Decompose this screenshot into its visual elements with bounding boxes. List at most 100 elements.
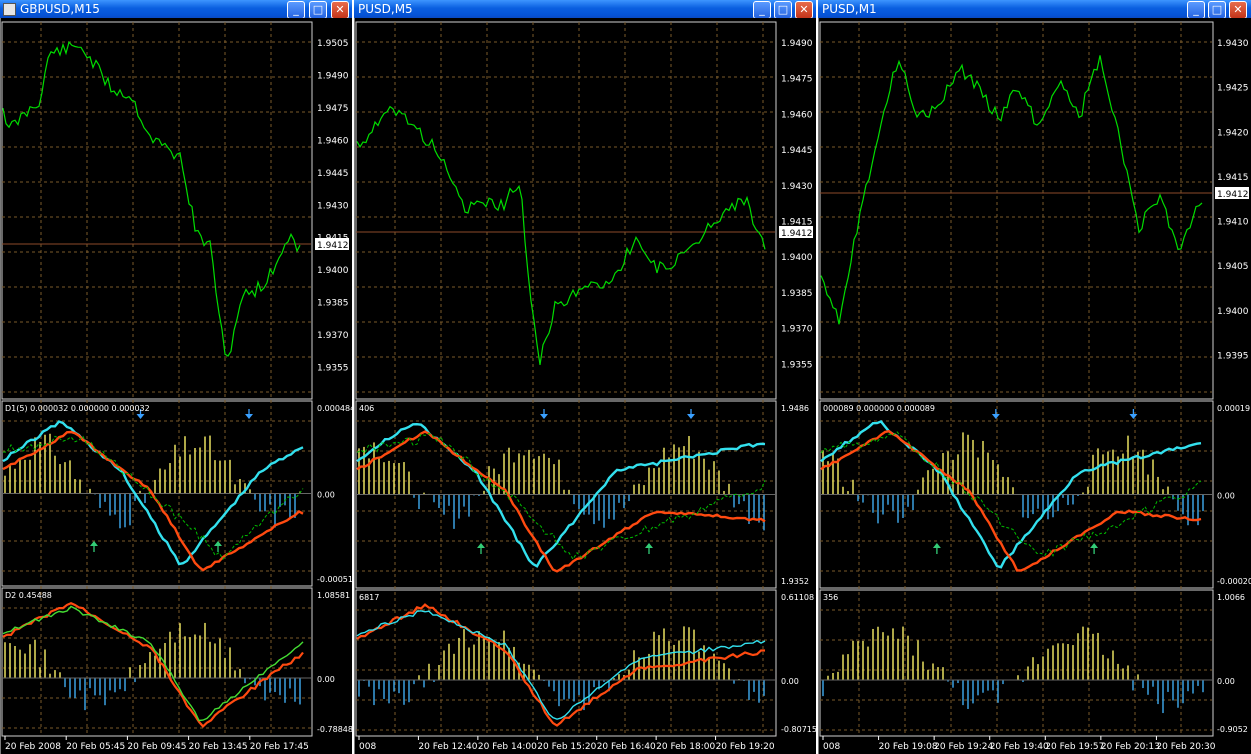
indicator2-pane [1, 587, 313, 737]
chart-area[interactable]: 1.9430 1.9425 1.9420 1.9415 1.9410 1.9405 1.94… [818, 18, 1251, 754]
indicator1-max-label: 1.9486 [781, 404, 809, 413]
time-tick-label: 008 [823, 742, 840, 752]
indicator2-max-label: 0.61108 [781, 593, 814, 602]
price-pane [1, 21, 313, 400]
time-tick-label: 20 Feb 19:40 [990, 742, 1049, 752]
price-tick-label: 1.9410 [1217, 218, 1249, 228]
indicator2-label: D2 0.45488 [5, 591, 52, 600]
price-tick-label: 1.9400 [317, 266, 349, 276]
indicator2-min-label: -0.78848 [317, 725, 352, 734]
price-tick-label: 1.9475 [317, 104, 349, 114]
price-tick-label: 1.9395 [1217, 351, 1249, 361]
price-pane [355, 21, 777, 400]
price-tick-label: 1.9385 [317, 299, 349, 309]
time-tick-label: 20 Feb 13:45 [189, 742, 248, 752]
price-tick-label: 1.9400 [781, 253, 813, 263]
indicator1-min-label: 1.9352 [781, 577, 809, 586]
price-tick-label: 1.9430 [317, 201, 349, 211]
chart-canvas[interactable]: 1.9430 1.9425 1.9420 1.9415 1.9410 1.9405 1.94… [819, 18, 1251, 754]
time-tick-label: 20 Feb 12:40 [418, 742, 477, 752]
minimize-icon[interactable]: _ [1187, 1, 1205, 18]
price-tick-label: 1.9415 [1217, 173, 1249, 183]
indicator2-zero-label: 0.00 [781, 677, 799, 686]
price-tick-label: 1.9355 [317, 364, 349, 374]
minimize-icon[interactable]: _ [287, 1, 305, 18]
time-tick-label: 20 Feb 09:45 [127, 742, 186, 752]
time-tick-label: 20 Feb 15:20 [537, 742, 596, 752]
price-tick-label: 1.9355 [781, 360, 813, 370]
time-tick-label: 20 Feb 17:45 [250, 742, 309, 752]
time-tick-label: 20 Feb 20:13 [1101, 742, 1160, 752]
price-tick-label: 1.9445 [781, 146, 813, 156]
indicator2-zero-label: 0.00 [317, 675, 335, 684]
close-icon[interactable]: ✕ [331, 1, 349, 18]
price-pane [819, 21, 1214, 400]
window-title: PUSD,M5 [358, 2, 413, 16]
price-tick-label: 1.9460 [781, 110, 813, 120]
price-tick-label: 1.9370 [781, 325, 813, 335]
indicator2-max-label: 1.08581 [317, 591, 350, 600]
indicator1-label: 406 [359, 404, 374, 413]
indicator1-min-label: -0.00020 [1217, 577, 1251, 586]
chart-area[interactable]: 1.9505 1.9490 1.9475 1.9460 1.9445 1.9430 1.94… [0, 18, 352, 754]
indicator2-min-label: -0.80715 [781, 725, 816, 734]
price-tick-label: 1.9430 [1217, 39, 1249, 49]
chart-window-pusd-m5[interactable]: PUSD,M5 _ □ ✕ 1.9490 1.9475 1.9460 1.9445 1.… [354, 0, 816, 754]
time-tick-label: 008 [359, 742, 376, 752]
indicator1-label: D1(5) 0.000032 0.000000 0.000032 [5, 404, 150, 413]
price-tick-label: 1.9460 [317, 136, 349, 146]
time-tick-label: 20 Feb 2008 [5, 742, 61, 752]
indicator1-min-label: -0.00051 [317, 575, 352, 584]
maximize-icon[interactable]: □ [309, 1, 327, 18]
indicator2-label: 6817 [359, 593, 379, 602]
time-tick-label: 20 Feb 19:24 [934, 742, 993, 752]
title-bar[interactable]: PUSD,M5 _ □ ✕ [354, 0, 816, 18]
price-tick-label: 1.9505 [317, 39, 349, 49]
time-tick-label: 20 Feb 19:20 [716, 742, 775, 752]
minimize-icon[interactable]: _ [753, 1, 771, 18]
current-price-label: 1.9412 [781, 229, 813, 239]
indicator2-label: 356 [823, 593, 838, 602]
indicator2-pane [819, 589, 1214, 737]
price-tick-label: 1.9490 [781, 39, 813, 49]
time-tick-label: 20 Feb 20:30 [1156, 742, 1215, 752]
indicator1-label: 000089 0.000000 0.000089 [823, 404, 935, 413]
indicator1-max-label: 0.000484 [317, 404, 352, 413]
price-tick-label: 1.9420 [1217, 128, 1249, 138]
current-price-label: 1.9412 [1217, 190, 1249, 200]
price-tick-label: 1.9405 [1217, 262, 1249, 272]
price-tick-label: 1.9445 [317, 169, 349, 179]
chart-window-pusd-m1[interactable]: PUSD,M1 _ □ ✕ 1.9430 1.9425 1.9420 1.9415 1.… [818, 0, 1251, 754]
time-tick-label: 20 Feb 18:00 [656, 742, 715, 752]
chart-window-gbpusd-m15[interactable]: GBPUSD,M15 _ □ ✕ 1.9505 1.9490 1.9475 1.946… [0, 0, 352, 754]
price-tick-label: 1.9430 [781, 182, 813, 192]
close-icon[interactable]: ✕ [795, 1, 813, 18]
maximize-icon[interactable]: □ [774, 1, 792, 18]
time-tick-label: 20 Feb 14:00 [478, 742, 537, 752]
maximize-icon[interactable]: □ [1208, 1, 1226, 18]
time-tick-label: 20 Feb 19:57 [1045, 742, 1104, 752]
chart-canvas[interactable]: 1.94901.94751.94601.94451.94301.94151.94… [355, 18, 816, 754]
time-tick-label: 20 Feb 05:45 [66, 742, 125, 752]
chart-area[interactable]: 1.9490 1.9475 1.9460 1.9445 1.9430 1.9415 1.94… [354, 18, 816, 754]
time-tick-label: 20 Feb 16:40 [597, 742, 656, 752]
price-tick-label: 1.9400 [1217, 307, 1249, 317]
close-icon[interactable]: ✕ [1229, 1, 1247, 18]
title-bar[interactable]: GBPUSD,M15 _ □ ✕ [0, 0, 352, 18]
indicator2-zero-label: 0.00 [1217, 677, 1235, 686]
indicator1-zero-label: 0.00 [317, 491, 335, 500]
chart-icon [3, 3, 16, 16]
title-bar[interactable]: PUSD,M1 _ □ ✕ [818, 0, 1251, 18]
price-tick-label: 1.9475 [781, 75, 813, 85]
price-tick-label: 1.9425 [1217, 84, 1249, 94]
window-title: GBPUSD,M15 [20, 2, 100, 16]
price-tick-label: 1.9370 [317, 331, 349, 341]
time-tick-label: 20 Feb 19:08 [879, 742, 938, 752]
chart-canvas[interactable]: 1.9505 1.9490 1.9475 1.9460 1.9445 1.9430 1.94… [1, 18, 352, 754]
window-title: PUSD,M1 [822, 2, 877, 16]
price-tick-label: 1.9385 [781, 289, 813, 299]
indicator2-max-label: 1.0066 [1217, 593, 1245, 602]
indicator1-zero-label: 0.00 [1217, 492, 1235, 501]
current-price-label: 1.9412 [317, 241, 349, 251]
indicator2-min-label: -0.9052 [1217, 725, 1248, 734]
